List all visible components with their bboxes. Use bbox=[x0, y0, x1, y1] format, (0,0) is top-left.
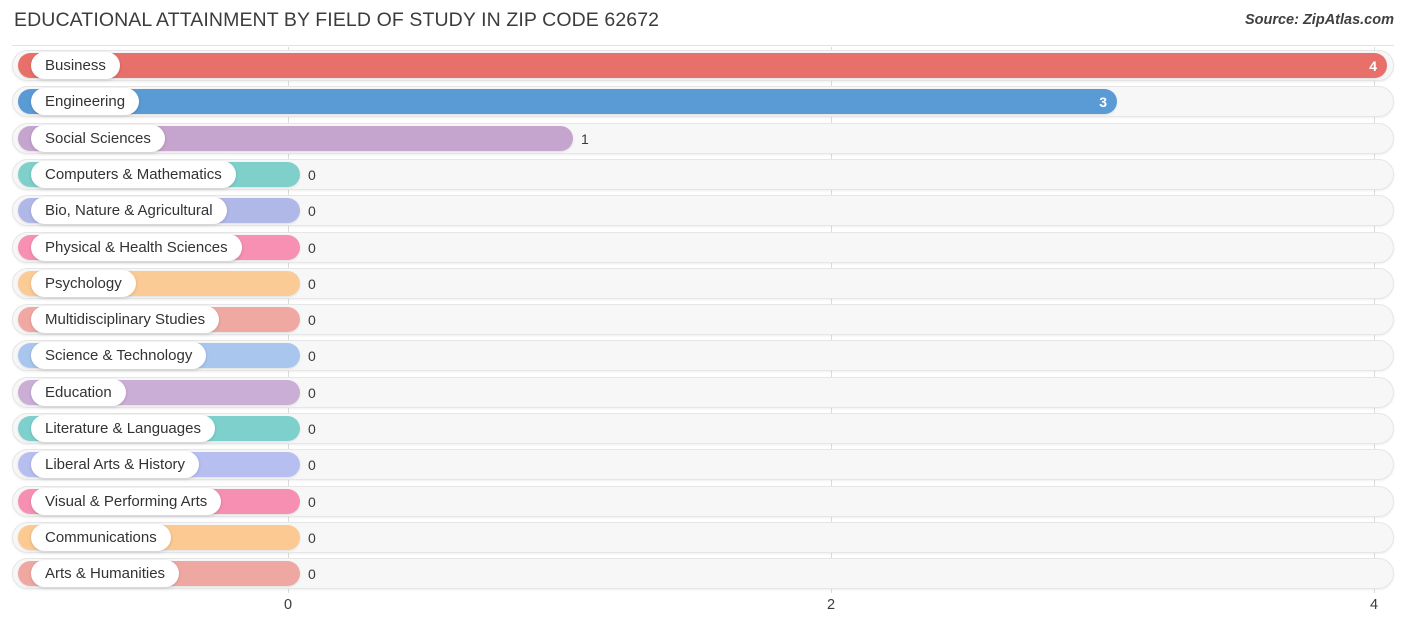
bar-fill[interactable] bbox=[18, 89, 1117, 115]
bar-category-label: Science & Technology bbox=[45, 347, 193, 365]
bar-label-pill[interactable]: Engineering bbox=[31, 88, 140, 116]
bar-category-label: Social Sciences bbox=[45, 129, 151, 147]
bar-value-label: 0 bbox=[308, 166, 316, 183]
bar-value-label: 0 bbox=[308, 457, 316, 474]
bar-label-pill[interactable]: Science & Technology bbox=[31, 342, 207, 370]
bar-value-label: 0 bbox=[308, 421, 316, 437]
bar-label-pill[interactable]: Education bbox=[31, 378, 126, 406]
bar-category-label: Literature & Languages bbox=[45, 420, 201, 437]
page-title: EDUCATIONAL ATTAINMENT BY FIELD OF STUDY… bbox=[14, 9, 660, 31]
bar-category-label: Computers & Mathematics bbox=[45, 165, 222, 183]
bar-category-label: Psychology bbox=[45, 274, 122, 292]
bar-label-pill[interactable]: Multidisciplinary Studies bbox=[31, 306, 220, 334]
bar-value-label: 0 bbox=[308, 529, 316, 546]
bar-category-label: Liberal Arts & History bbox=[45, 456, 186, 474]
chart-header: EDUCATIONAL ATTAINMENT BY FIELD OF STUDY… bbox=[0, 0, 1406, 44]
bar-category-label: Visual & Performing Arts bbox=[45, 492, 208, 510]
x-axis: 0 2 4 bbox=[0, 593, 1406, 631]
bar-value-label: 0 bbox=[308, 566, 316, 583]
bar-label-pill[interactable]: Psychology bbox=[31, 269, 136, 297]
bar-value-label: 4 bbox=[1369, 58, 1377, 74]
source-attribution: Source: ZipAtlas.com bbox=[1244, 12, 1394, 28]
bar-row[interactable]: Multidisciplinary Studies 0 bbox=[0, 303, 1406, 337]
bar-row[interactable]: Liberal Arts & History 0 bbox=[0, 448, 1406, 482]
bar-label-pill[interactable]: Physical & Health Sciences bbox=[31, 233, 242, 261]
chart-page: EDUCATIONAL ATTAINMENT BY FIELD OF STUDY… bbox=[0, 0, 1406, 631]
x-tick-label: 0 bbox=[283, 597, 293, 613]
bar-row[interactable]: Communications 0 bbox=[0, 521, 1406, 555]
bar-category-label: Multidisciplinary Studies bbox=[45, 311, 206, 329]
bar-row[interactable]: Engineering 3 bbox=[0, 85, 1406, 119]
bar-label-pill[interactable]: Social Sciences bbox=[31, 124, 165, 152]
bar-value-label: 0 bbox=[308, 312, 316, 329]
bar-category-label: Communications bbox=[45, 528, 157, 546]
bar-label-pill[interactable]: Arts & Humanities bbox=[31, 560, 180, 588]
bar-label-pill[interactable]: Liberal Arts & History bbox=[31, 451, 200, 479]
bar-row[interactable]: Literature & Languages 0 bbox=[0, 412, 1406, 446]
x-tick-label: 2 bbox=[826, 597, 836, 613]
bar-category-label: Physical & Health Sciences bbox=[45, 238, 228, 256]
bar-category-label: Bio, Nature & Agricultural bbox=[45, 202, 213, 220]
bar-row[interactable]: Social Sciences 1 bbox=[0, 122, 1406, 156]
bar-row[interactable]: Arts & Humanities 0 bbox=[0, 557, 1406, 591]
bar-label-pill[interactable]: Literature & Languages bbox=[31, 415, 215, 442]
bar-value-label: 0 bbox=[308, 348, 316, 365]
bar-row[interactable]: Physical & Health Sciences 0 bbox=[0, 231, 1406, 265]
bar-value-label: 0 bbox=[308, 493, 316, 510]
bar-label-pill[interactable]: Computers & Mathematics bbox=[31, 160, 236, 188]
bar-category-label: Arts & Humanities bbox=[45, 565, 166, 583]
bar-value-label: 0 bbox=[308, 275, 316, 292]
bar-value-label: 1 bbox=[581, 130, 589, 147]
bar-value-label: 0 bbox=[308, 203, 316, 220]
bar-row[interactable]: Science & Technology 0 bbox=[0, 339, 1406, 373]
bar-label-pill[interactable]: Visual & Performing Arts bbox=[31, 487, 222, 515]
bar-label-pill[interactable]: Communications bbox=[31, 523, 171, 551]
x-tick-label: 4 bbox=[1369, 597, 1379, 613]
bar-value-label: 0 bbox=[308, 239, 316, 256]
bar-row[interactable]: Psychology 0 bbox=[0, 267, 1406, 301]
bar-category-label: Business bbox=[45, 57, 106, 74]
bar-category-label: Education bbox=[45, 383, 112, 401]
bar-value-label: 3 bbox=[1099, 94, 1107, 111]
bar-chart-plot: Business 4 Engineering 3 Social Sciences 1 Com… bbox=[0, 47, 1406, 593]
bar-fill[interactable] bbox=[18, 53, 1387, 78]
header-divider bbox=[12, 45, 1394, 46]
bar-row[interactable]: Education 0 bbox=[0, 376, 1406, 410]
bar-row[interactable]: Business 4 bbox=[0, 49, 1406, 83]
bar-category-label: Engineering bbox=[45, 93, 126, 111]
bar-row[interactable]: Computers & Mathematics 0 bbox=[0, 158, 1406, 192]
bar-row[interactable]: Visual & Performing Arts 0 bbox=[0, 485, 1406, 519]
bar-label-pill[interactable]: Bio, Nature & Agricultural bbox=[31, 197, 227, 225]
bar-row[interactable]: Bio, Nature & Agricultural 0 bbox=[0, 194, 1406, 228]
bar-value-label: 0 bbox=[308, 384, 316, 401]
bar-label-pill[interactable]: Business bbox=[31, 52, 120, 79]
